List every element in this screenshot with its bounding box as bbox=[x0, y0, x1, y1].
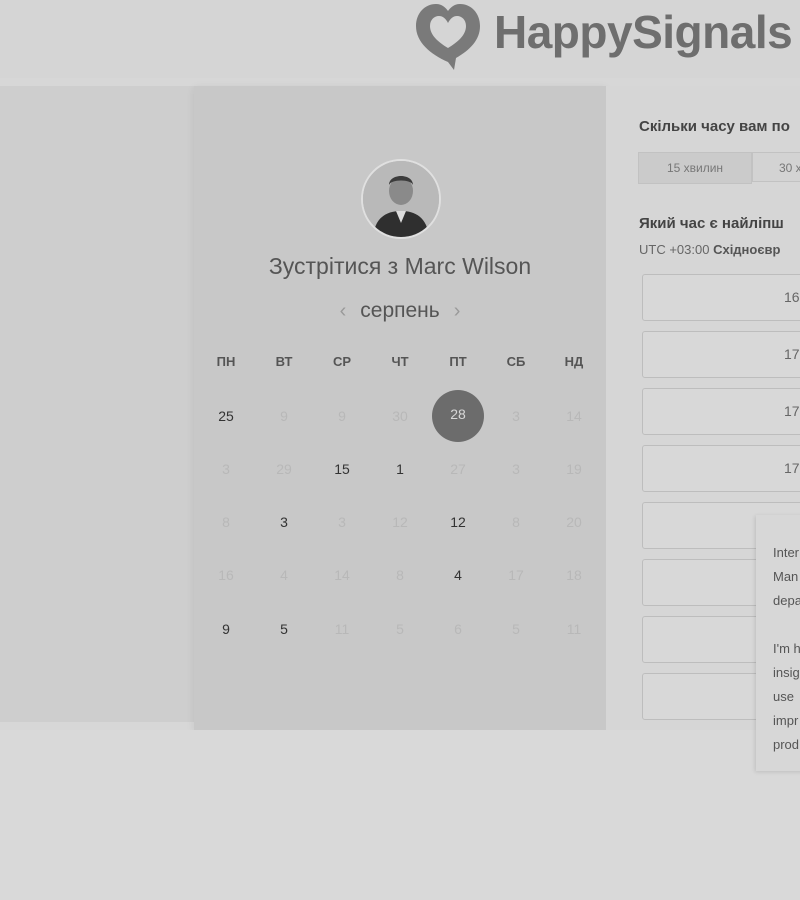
month-label: серпень bbox=[360, 299, 440, 322]
day-cell: 11 bbox=[566, 621, 582, 637]
duration-question: Скільки часу вам по bbox=[639, 118, 790, 135]
time-question: Який час є найліпш bbox=[639, 215, 784, 232]
weekday-label: ЧТ bbox=[391, 354, 409, 369]
day-cell: 11 bbox=[334, 621, 350, 637]
day-cell: 19 bbox=[566, 461, 582, 477]
day-cell: 29 bbox=[276, 461, 292, 477]
day-cell-selected[interactable]: 28 bbox=[432, 390, 484, 442]
day-cell: 14 bbox=[566, 408, 582, 424]
day-cell: 20 bbox=[566, 514, 582, 530]
weekday-label: СБ bbox=[506, 354, 526, 369]
time-slot-button[interactable]: 17 bbox=[642, 388, 800, 435]
popup-text-line: Man bbox=[773, 569, 799, 584]
time-slot-button[interactable]: 17 bbox=[642, 445, 800, 492]
day-cell[interactable]: 9 bbox=[206, 614, 246, 644]
weekday-header: ПН ВТ СР ЧТ ПТ СБ НД bbox=[194, 354, 606, 374]
timezone-label[interactable]: UTC +03:00 Східноєвр bbox=[639, 242, 780, 257]
duration-option-15[interactable]: 15 хвилин bbox=[638, 152, 752, 184]
day-cell[interactable]: 12 bbox=[438, 507, 478, 537]
page-footer-area bbox=[0, 730, 800, 900]
day-cell: 3 bbox=[222, 461, 230, 477]
chevron-left-icon[interactable]: ‹ bbox=[340, 297, 347, 325]
day-cell: 5 bbox=[512, 621, 520, 637]
day-cell: 3 bbox=[512, 461, 520, 477]
popup-text-line: prod bbox=[773, 737, 800, 752]
day-cell: 16 bbox=[218, 567, 234, 583]
info-popup: Inter Man depa I'm h insig use impr prod bbox=[756, 515, 800, 771]
day-cell[interactable]: 25 bbox=[206, 401, 246, 431]
day-cell: 3 bbox=[512, 408, 520, 424]
day-cell: 4 bbox=[280, 567, 288, 583]
logo[interactable]: HappySignals bbox=[410, 0, 793, 70]
popup-text-line: use bbox=[773, 689, 794, 704]
heart-speech-bubble-icon bbox=[416, 4, 480, 70]
header-bar: HappySignals bbox=[0, 0, 800, 78]
day-cell: 30 bbox=[392, 408, 408, 424]
day-cell: 14 bbox=[334, 567, 350, 583]
day-cell: 9 bbox=[280, 408, 288, 424]
day-cell[interactable]: 1 bbox=[380, 454, 420, 484]
weekday-label: ВТ bbox=[275, 354, 293, 369]
day-cell: 8 bbox=[512, 514, 520, 530]
chevron-right-icon[interactable]: › bbox=[454, 297, 461, 325]
day-cell[interactable]: 3 bbox=[264, 507, 304, 537]
timezone-name: Східноєвр bbox=[713, 242, 781, 257]
weekday-label: ПН bbox=[216, 354, 236, 369]
day-cell[interactable]: 15 bbox=[322, 454, 362, 484]
weekday-label: НД bbox=[564, 354, 584, 369]
person-photo-icon bbox=[363, 161, 439, 237]
popup-text-line: Inter bbox=[773, 545, 800, 560]
day-cell[interactable]: 5 bbox=[264, 614, 304, 644]
day-cell: 8 bbox=[222, 514, 230, 530]
weekday-label: СР bbox=[332, 354, 352, 369]
time-slot-button[interactable]: 16 bbox=[642, 274, 800, 321]
calendar-panel: Зустрітися з Marc Wilson ‹ серпень › ПН В… bbox=[194, 86, 606, 730]
day-cell: 3 bbox=[338, 514, 346, 530]
day-cell: 6 bbox=[454, 621, 462, 637]
day-cell: 12 bbox=[392, 514, 408, 530]
popup-text-line: I'm h bbox=[773, 641, 800, 656]
duration-selector: 15 хвилин 30 х bbox=[638, 152, 800, 184]
day-cell: 9 bbox=[338, 408, 346, 424]
day-cell: 17 bbox=[508, 567, 524, 583]
time-slot-button[interactable]: 17 bbox=[642, 331, 800, 378]
avatar bbox=[361, 159, 441, 239]
popup-text-line: impr bbox=[773, 713, 799, 728]
logo-text: HappySignals bbox=[494, 6, 793, 58]
popup-text-line: depa bbox=[773, 593, 800, 608]
day-cell: 18 bbox=[566, 567, 582, 583]
day-cell: 27 bbox=[450, 461, 466, 477]
day-cell: 5 bbox=[396, 621, 404, 637]
popup-text-line: insig bbox=[773, 665, 800, 680]
timezone-offset: UTC +03:00 bbox=[639, 242, 710, 257]
left-backdrop bbox=[0, 86, 194, 722]
weekday-label: ПТ bbox=[449, 354, 467, 369]
day-cell[interactable]: 4 bbox=[438, 560, 478, 590]
meeting-title: Зустрітися з Marc Wilson bbox=[268, 253, 532, 279]
duration-option-30[interactable]: 30 х bbox=[752, 152, 800, 182]
day-cell: 8 bbox=[396, 567, 404, 583]
month-navigator: ‹ серпень › bbox=[194, 297, 606, 325]
